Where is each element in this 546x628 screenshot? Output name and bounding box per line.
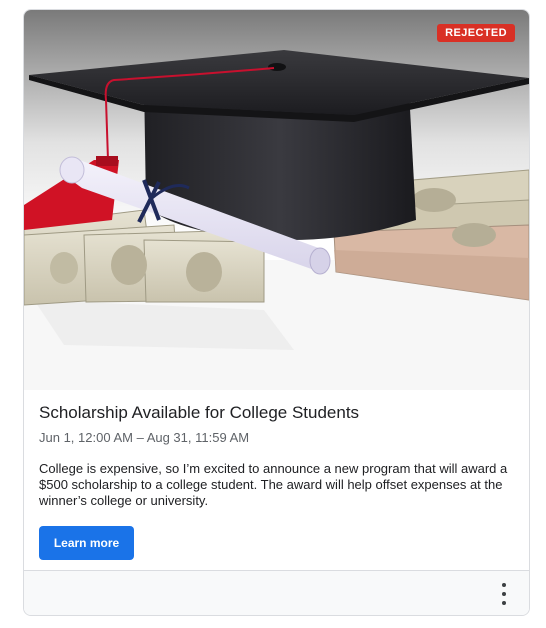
post-description: College is expensive, so I’m excited to …	[39, 461, 508, 508]
more-vert-icon[interactable]	[495, 583, 513, 605]
menu-dot	[502, 592, 506, 596]
post-title: Scholarship Available for College Studen…	[39, 403, 360, 422]
post-date-range: Jun 1, 12:00 AM – Aug 31, 11:59 AM	[39, 430, 250, 445]
menu-dot	[502, 583, 506, 587]
status-badge: REJECTED	[437, 24, 515, 42]
post-image: REJECTED	[24, 10, 529, 390]
graduation-cap-money-image	[24, 10, 529, 390]
post-card: REJECTED Scholarship Available for Colle…	[23, 9, 530, 616]
card-footer	[24, 570, 529, 615]
learn-more-button[interactable]: Learn more	[39, 526, 134, 560]
menu-dot	[502, 601, 506, 605]
